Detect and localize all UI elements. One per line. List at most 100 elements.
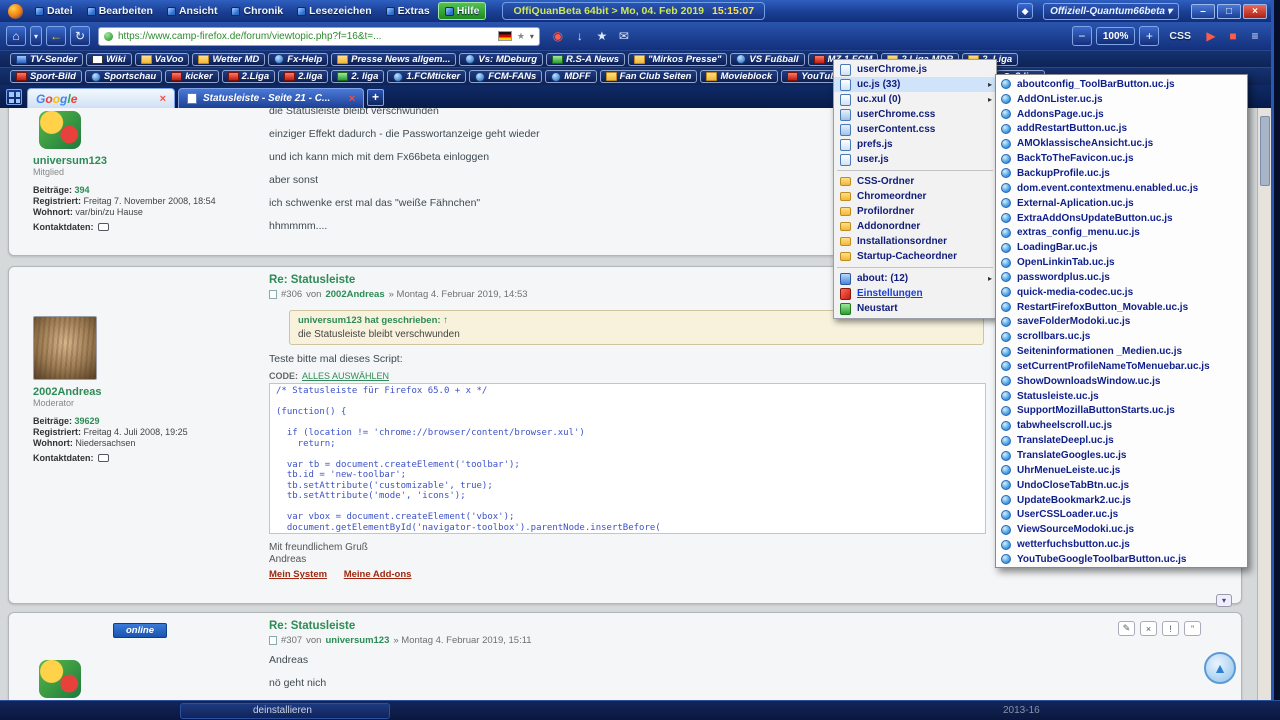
submenu-item[interactable]: wetterfuchsbutton.uc.js <box>999 537 1247 552</box>
context-menu-item[interactable]: about: (12) ▸ <box>834 271 996 286</box>
submenu-item[interactable]: SupportMozillaButtonStarts.uc.js <box>999 404 1247 419</box>
author-link[interactable]: universum123 <box>33 155 261 167</box>
tab-close-icon[interactable]: × <box>349 93 355 105</box>
bookmark-button[interactable]: R.S-A News <box>546 53 625 66</box>
maximize-button[interactable]: □ <box>1217 4 1241 19</box>
bookmark-button[interactable]: kicker <box>165 70 218 83</box>
bookmark-button[interactable]: 2.liga <box>278 70 328 83</box>
select-all-link[interactable]: ALLES AUSWÄHLEN <box>302 371 389 381</box>
context-menu-item[interactable]: Startup-Cacheordner <box>834 249 996 264</box>
meine-addons-link[interactable]: Meine Add-ons <box>344 569 412 580</box>
submenu-item[interactable]: AMOklassischeAnsicht.uc.js <box>999 136 1247 151</box>
bookmark-button[interactable]: Wetter MD <box>192 53 265 66</box>
avatar[interactable] <box>39 111 81 149</box>
context-menu-item[interactable]: prefs.js <box>834 137 996 152</box>
context-menu-item[interactable]: Chromeordner <box>834 189 996 204</box>
mein-system-link[interactable]: Mein System <box>269 569 327 580</box>
post-title-link[interactable]: Re: Statusleiste <box>269 620 1217 632</box>
context-menu-item[interactable]: userChrome.js <box>834 62 996 77</box>
submenu-item[interactable]: ExtraAddOnsUpdateButton.uc.js <box>999 211 1247 226</box>
context-menu-item[interactable]: uc.js (33) ▸ <box>834 77 996 92</box>
submenu-item[interactable]: Statusleiste.uc.js <box>999 389 1247 404</box>
close-button[interactable]: × <box>1243 4 1267 19</box>
author-link[interactable]: 2002Andreas <box>325 289 384 300</box>
chevron-down-icon[interactable]: ▾ <box>1167 6 1172 17</box>
menubar-item[interactable]: Ansicht <box>161 2 224 20</box>
context-menu-item[interactable]: userContent.css <box>834 122 996 137</box>
tab-close-icon[interactable]: × <box>160 93 166 105</box>
submenu-item[interactable]: TranslateDeepl.uc.js <box>999 433 1247 448</box>
bookmark-button[interactable]: TV-Sender <box>10 53 83 66</box>
submenu-item[interactable]: AddonsPage.uc.js <box>999 107 1247 122</box>
quote-jump-icon[interactable]: ↑ <box>443 315 448 326</box>
zoom-out-button[interactable]: − <box>1072 26 1092 46</box>
library-icon[interactable]: ★ <box>592 26 612 46</box>
bookmark-button[interactable]: Fx-Help <box>268 53 328 66</box>
app-menu-icon[interactable]: ≡ <box>1245 26 1265 46</box>
submenu-item[interactable]: scrollbars.uc.js <box>999 329 1247 344</box>
profile-selector[interactable]: Offiziell-Quantum66beta ▾ <box>1043 3 1179 20</box>
quote-post-button[interactable]: ” <box>1184 621 1201 636</box>
firefox-icon[interactable] <box>8 4 23 19</box>
pm-bubble-icon[interactable] <box>98 223 109 231</box>
submenu-item[interactable]: quick-media-codec.uc.js <box>999 285 1247 300</box>
submenu-item[interactable]: addRestartButton.uc.js <box>999 122 1247 137</box>
bookmark-star-icon[interactable]: ★ <box>517 31 525 42</box>
submenu-item[interactable]: saveFolderModoki.uc.js <box>999 315 1247 330</box>
download-icon[interactable]: ↓ <box>570 26 590 46</box>
submenu-item[interactable]: UhrMenueLeiste.uc.js <box>999 463 1247 478</box>
menubar-item[interactable]: Bearbeiten <box>81 2 159 20</box>
page-scrollbar[interactable] <box>1257 108 1271 700</box>
bookmark-button[interactable]: VaVoo <box>135 53 190 66</box>
submenu-item[interactable]: External-Aplication.uc.js <box>999 196 1247 211</box>
pm-bubble-icon[interactable] <box>98 454 109 462</box>
bookmark-button[interactable]: Sport-Bild <box>10 70 82 83</box>
scrollbar-thumb[interactable] <box>1260 116 1270 186</box>
context-menu-item[interactable]: Installationsordner <box>834 234 996 249</box>
submenu-item[interactable]: tabwheelscroll.uc.js <box>999 418 1247 433</box>
reader-mode-icon[interactable]: ◉ <box>548 26 568 46</box>
submenu-item[interactable]: BackToTheFavicon.uc.js <box>999 151 1247 166</box>
edit-post-button[interactable]: ✎ <box>1118 621 1135 636</box>
bookmark-button[interactable]: Presse News allgem... <box>331 53 456 66</box>
bookmark-button[interactable]: "Mirkos Presse" <box>628 53 727 66</box>
submenu-item[interactable]: AddOnLister.uc.js <box>999 92 1247 107</box>
submenu-item[interactable]: extras_config_menu.uc.js <box>999 225 1247 240</box>
submenu-item[interactable]: UpdateBookmark2.uc.js <box>999 493 1247 508</box>
author-link[interactable]: universum123 <box>325 635 389 646</box>
submenu-item[interactable]: UndoCloseTabBtn.uc.js <box>999 478 1247 493</box>
context-menu-item[interactable]: Profilordner <box>834 204 996 219</box>
post-number[interactable]: #306 <box>281 289 302 300</box>
home-dropdown[interactable]: ▾ <box>30 26 42 46</box>
bookmark-button[interactable]: VS Fußball <box>730 53 804 66</box>
bookmark-button[interactable]: MDFF <box>545 70 596 83</box>
submenu-item[interactable]: YouTubeGoogleToolbarButton.uc.js <box>999 552 1247 567</box>
bookmark-button[interactable]: Vs: MDeburg <box>459 53 543 66</box>
minimize-button[interactable]: – <box>1191 4 1215 19</box>
url-dropdown-icon[interactable]: ▾ <box>530 32 534 41</box>
context-menu-item[interactable]: Addonordner <box>834 219 996 234</box>
menubar-item[interactable]: Datei <box>29 2 79 20</box>
avatar[interactable] <box>39 660 81 698</box>
context-menu-item[interactable]: user.js <box>834 152 996 167</box>
bookmark-button[interactable]: Movieblock <box>700 70 778 83</box>
new-tab-button[interactable]: + <box>367 89 384 106</box>
tab-google[interactable]: Google × <box>27 88 175 108</box>
delete-post-button[interactable]: × <box>1140 621 1157 636</box>
submenu-item[interactable]: setCurrentProfileNameToMenuebar.uc.js <box>999 359 1247 374</box>
bookmark-button[interactable]: Sportschau <box>85 70 162 83</box>
youtube-icon[interactable]: ▶ <box>1201 26 1221 46</box>
url-text[interactable]: https://www.camp-firefox.de/forum/viewto… <box>118 31 493 42</box>
quote-author-link[interactable]: universum123 hat geschrieben: <box>298 315 441 326</box>
menubar-item[interactable]: Hilfe <box>438 2 487 20</box>
report-post-button[interactable]: ! <box>1162 621 1179 636</box>
submenu-item[interactable]: OpenLinkinTab.uc.js <box>999 255 1247 270</box>
css-toggle[interactable]: CSS <box>1169 30 1191 42</box>
back-button[interactable]: ← <box>46 26 66 46</box>
bookmark-button[interactable]: 2.Liga <box>222 70 275 83</box>
menubar-item[interactable]: Extras <box>380 2 436 20</box>
submenu-item[interactable]: passwordplus.uc.js <box>999 270 1247 285</box>
menubar-item[interactable]: Chronik <box>225 2 289 20</box>
addon-mini-button[interactable]: ◆ <box>1017 3 1033 19</box>
context-menu-item[interactable]: Neustart <box>834 301 996 316</box>
